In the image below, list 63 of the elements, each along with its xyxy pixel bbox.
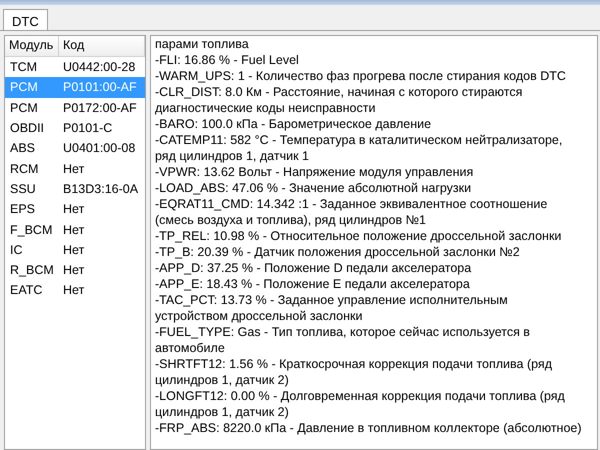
module-cell-text: EPS	[9, 202, 36, 216]
list-row[interactable]: EPS Нет	[5, 199, 145, 220]
list-row[interactable]: TCM U0442:00-28	[5, 57, 145, 78]
list-row[interactable]: F_BCM Нет	[5, 219, 145, 240]
module-cell-text: EATC	[9, 283, 44, 298]
code-cell-text: U0401:00-08	[62, 141, 136, 156]
detail-line: -CATEMP11: 582 °C - Температура в каталитическом нейтрализаторе,	[155, 132, 562, 148]
detail-line: (смесь воздуха и топлива), ряд цилиндров №1	[155, 212, 426, 228]
module-cell-text: R_BCM	[9, 263, 55, 278]
code-cell-text: Нет	[62, 242, 86, 257]
detail-line: автомобиле	[155, 340, 225, 356]
detail-line: цилиндров 1, датчик 2)	[155, 372, 289, 388]
detail-line: -CLR_DIST: 8.0 Км - Расстояние, начиная с которого стираются	[155, 84, 522, 100]
detail-line: -TP_B: 20.39 % - Датчик положения дроссельной заслонки №2	[155, 244, 520, 260]
code-cell-text: Нет	[62, 283, 86, 298]
module-cell-text: SSU	[9, 182, 37, 196]
module-cell-text: F_BCM	[9, 222, 54, 237]
detail-line: -FRP_ABS: 8220.0 кПа - Давление в топливном коллекторе (абсолютное)	[155, 420, 582, 436]
code-cell-text: U0442:00-28	[62, 60, 136, 74]
module-cell-text: IC	[9, 242, 24, 257]
detail-line: устройством дроссельной заслонки	[155, 308, 362, 324]
column-header[interactable]: Модуль	[5, 36, 59, 56]
module-cell-text: RCM	[9, 162, 40, 176]
module-cell-text: PCM	[9, 80, 39, 94]
code-cell-text: P0101:00-AF	[62, 80, 138, 94]
code-cell-text: P0172:00-AF	[62, 100, 138, 115]
list-row[interactable]: ABS U0401:00-08	[5, 138, 145, 158]
tab[interactable]: DTC	[3, 9, 48, 30]
detail-line: -WARM_UPS: 1 - Количество фаз прогрева после стирания кодов DTC	[155, 68, 566, 84]
detail-line: -BARO: 100.0 кПа - Барометрическое давление	[155, 116, 432, 132]
detail-line: -EQRAT11_CMD: 14.342 :1 - Заданное эквивалентное соотношение	[155, 196, 548, 212]
detail-line: -LOAD_ABS: 47.06 % - Значение абсолютной нагрузки	[155, 180, 472, 196]
detail-line: диагностические коды неисправности	[155, 100, 376, 116]
module-cell-text: TCM	[9, 60, 38, 74]
code-cell-text: B13D3:16-0A	[62, 182, 140, 196]
detail-line: -TAC_PCT: 13.73 % - Заданное управление исполнительным	[155, 292, 508, 308]
list-row[interactable]: EATC Нет	[5, 280, 145, 301]
detail-line: -TP_REL: 10.98 % - Относительное положение дроссельной заслонки	[155, 228, 562, 244]
code-cell-text: P0101-C	[62, 121, 114, 136]
module-cell-text: OBDII	[9, 121, 46, 136]
detail-line: -FLI: 16.86 % - Fuel Level	[155, 52, 299, 68]
list-row[interactable]: PCM P0172:00-AF	[5, 98, 145, 118]
module-cell-text: PCM	[9, 100, 39, 115]
detail-line: -LONGFT12: 0.00 % - Долговременная коррекция подачи топлива (ряд	[155, 388, 565, 404]
detail-line: ряд цилиндров 1, датчик 1	[155, 148, 309, 164]
code-cell-text: Нет	[62, 222, 86, 237]
detail-line: -APP_E: 18.43 % - Положение E педали акселератора	[155, 276, 470, 292]
list-row[interactable]: R_BCM Нет	[5, 260, 145, 280]
code-cell-text: Нет	[62, 162, 86, 176]
code-cell-text: Нет	[62, 202, 86, 216]
list-row[interactable]: OBDII P0101-C	[5, 118, 145, 138]
code-cell-text: Нет	[62, 263, 86, 278]
list-row[interactable]: RCM Нет	[5, 158, 145, 179]
detail-line: цилиндров 1, датчик 2)	[155, 404, 289, 420]
list-row[interactable]: IC Нет	[5, 240, 145, 260]
detail-line: парами топлива	[155, 36, 249, 52]
module-cell-text: ABS	[9, 141, 36, 156]
list-row[interactable]: SSU B13D3:16-0A	[5, 178, 145, 200]
detail-line: -SHRTFT12: 1.56 % - Краткосрочная коррекция подачи топлива (ряд	[155, 356, 552, 372]
column-header[interactable]: Код	[59, 36, 145, 56]
detail-line: -APP_D: 37.25 % - Положение D педали акселератора	[155, 260, 472, 276]
detail-line: -FUEL_TYPE: Gas - Тип топлива, которое сейчас используется в	[155, 324, 530, 340]
detail-line: -VPWR: 13.62 Вольт - Напряжение модуля управления	[155, 164, 474, 180]
